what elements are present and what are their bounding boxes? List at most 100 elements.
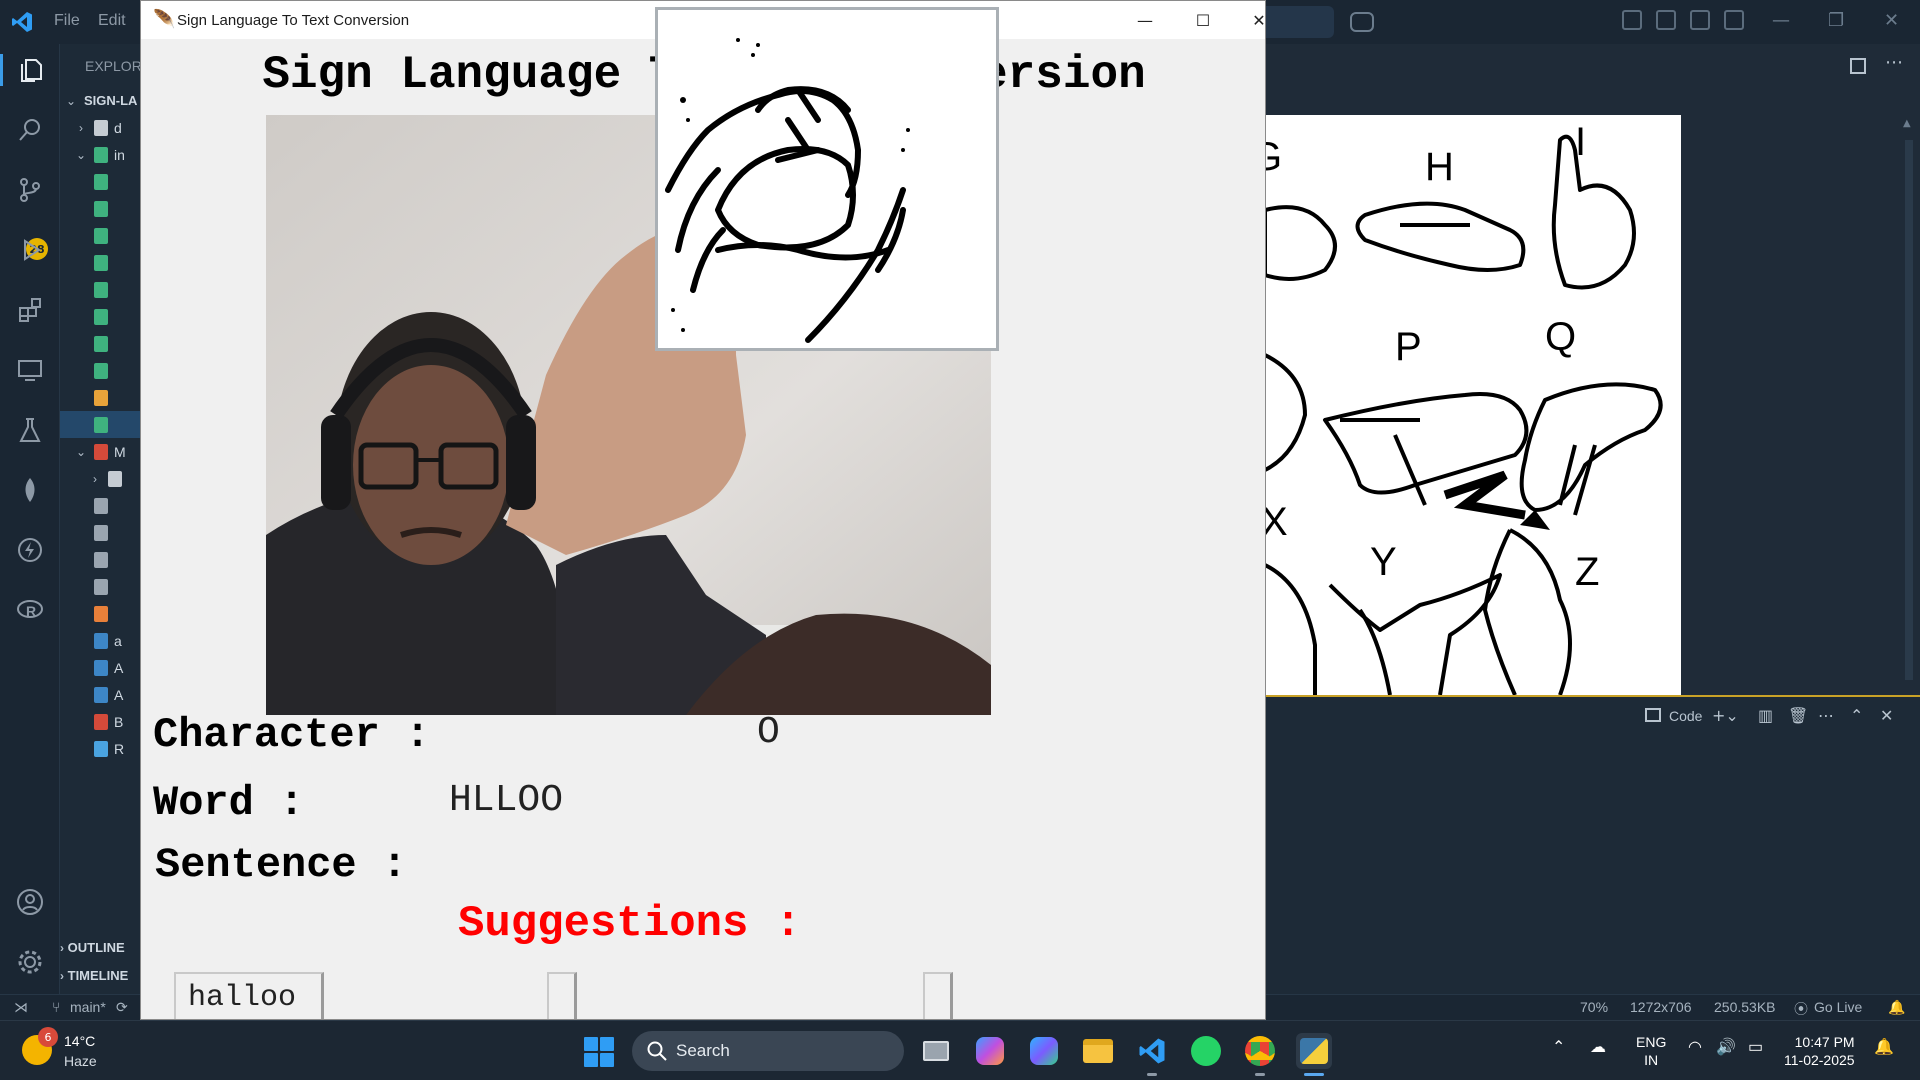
explorer-row[interactable]: R [60,735,140,762]
whatsapp-icon[interactable] [1188,1033,1224,1069]
explorer-icon[interactable] [0,54,60,86]
customize-layout-icon[interactable] [1622,10,1642,30]
python-app-taskbar-icon[interactable] [1296,1033,1332,1076]
app-close-button[interactable]: ✕ [1231,1,1265,39]
copilot-icon[interactable] [1350,12,1374,32]
toggle-secondary-sidebar-icon[interactable] [1724,10,1744,30]
accounts-icon[interactable] [14,886,46,918]
taskbar-search-box[interactable]: Search [632,1031,904,1071]
copilot-app-icon[interactable] [972,1033,1008,1069]
notifications-bell-icon[interactable]: 🔔 [1888,999,1905,1016]
trash-icon[interactable]: 🗑 [1788,706,1808,725]
explorer-row[interactable] [60,519,140,546]
app-minimize-button[interactable]: — [1117,1,1173,39]
explorer-row[interactable]: B [60,708,140,735]
file-explorer-icon[interactable] [1080,1033,1116,1069]
explorer-row[interactable] [60,330,140,357]
wifi-icon[interactable]: ◠ [1688,1037,1702,1057]
toggle-sidebar-icon[interactable] [1656,10,1676,30]
mongodb-leaf-icon[interactable] [14,474,46,506]
r-extension-icon[interactable]: R [14,594,46,626]
input-language-indicator[interactable]: ENG IN [1636,1033,1666,1069]
vscode-taskbar-icon[interactable] [1134,1033,1170,1076]
thunder-client-icon[interactable] [14,534,46,566]
notification-center-icon[interactable]: 🔔 [1874,1037,1894,1057]
weather-description[interactable]: Haze [64,1053,97,1069]
explorer-row[interactable]: ⌄ M [60,438,140,465]
explorer-row[interactable] [60,411,140,438]
windows-start-button[interactable] [584,1037,614,1067]
explorer-row[interactable]: A [60,681,140,708]
panel-more-icon[interactable]: ⋯ [1818,706,1834,725]
explorer-row[interactable]: › d [60,114,140,141]
system-clock[interactable]: 10:47 PM 11-02-2025 [1784,1033,1855,1069]
explorer-row[interactable]: › [60,465,140,492]
chrome-icon[interactable] [1242,1033,1278,1076]
explorer-row[interactable] [60,249,140,276]
go-live-button[interactable]: Go Live [1814,999,1862,1015]
remote-explorer-icon[interactable] [14,354,46,386]
file-icon [94,524,108,541]
timeline-section[interactable]: › TIMELINE [60,968,140,983]
suggestion-button-3[interactable] [923,972,953,1019]
suggestion-button-2[interactable] [547,972,577,1019]
explorer-row[interactable]: ⌄ in [60,141,140,168]
battery-icon[interactable]: ▭ [1748,1037,1763,1057]
task-view-icon[interactable] [918,1033,954,1069]
new-terminal-icon[interactable]: +⌄ [1712,706,1739,725]
explorer-row[interactable] [60,276,140,303]
explorer-row[interactable] [60,195,140,222]
clock-time: 10:47 PM [1794,1034,1855,1050]
run-debug-icon[interactable] [14,234,46,266]
close-panel-icon[interactable]: ✕ [1880,706,1893,725]
extensions-icon[interactable] [14,294,46,326]
suggestions-label: Suggestions : [458,899,802,949]
m365-app-icon[interactable] [1026,1033,1062,1069]
asl-letter-p: P [1395,325,1422,369]
more-actions-icon[interactable]: ⋯ [1885,52,1903,73]
split-editor-icon[interactable] [1850,58,1866,74]
explorer-row[interactable] [60,546,140,573]
vscode-restore-icon[interactable]: ❐ [1828,10,1844,31]
explorer-row[interactable] [60,492,140,519]
zoom-level[interactable]: 70% [1580,999,1608,1015]
source-control-icon[interactable] [14,174,46,206]
suggestion-button-1[interactable]: halloo [174,972,324,1019]
explorer-row[interactable] [60,222,140,249]
terminal-tab-label[interactable]: Code [1669,708,1702,724]
explorer-row[interactable]: A [60,654,140,681]
maximize-panel-icon[interactable]: ⌃ [1850,706,1863,725]
explorer-row[interactable] [60,168,140,195]
search-icon[interactable] [14,114,46,146]
explorer-row[interactable] [60,600,140,627]
explorer-row-label: A [114,686,124,703]
vscode-close-icon[interactable]: ✕ [1884,10,1899,31]
onedrive-icon[interactable]: ☁ [1590,1037,1606,1057]
testing-icon[interactable] [14,414,46,446]
tray-overflow-chevron-icon[interactable]: ⌃ [1552,1037,1565,1057]
explorer-row[interactable] [60,384,140,411]
vscode-minimize-icon[interactable]: — [1772,10,1790,31]
explorer-row[interactable] [60,357,140,384]
explorer-row[interactable] [60,573,140,600]
toggle-panel-icon[interactable] [1690,10,1710,30]
menu-edit[interactable]: Edit [98,12,126,30]
scrollbar-arrow-icon[interactable]: ▲ [1903,118,1911,129]
volume-icon[interactable]: 🔊 [1716,1037,1736,1057]
branch-name[interactable]: main* [70,999,106,1015]
gear-icon[interactable] [14,946,46,978]
sync-icon[interactable]: ⟳ [116,999,128,1016]
sign-language-app-window: 🪶 Sign Language To Text Conversion — ☐ ✕… [140,0,1266,1020]
weather-temperature[interactable]: 14°C [64,1033,95,1049]
pdf-file-icon [94,713,108,730]
word-label: Word : [153,779,305,827]
explorer-row[interactable]: a [60,627,140,654]
remote-indicator-icon[interactable]: ⋊ [14,999,28,1016]
app-maximize-button[interactable]: ☐ [1175,1,1231,39]
root-folder[interactable]: ⌄ SIGN-LA [60,87,140,114]
split-terminal-icon[interactable]: ▥ [1758,706,1773,725]
menu-file[interactable]: File [54,12,80,30]
outline-section[interactable]: › OUTLINE [60,940,140,955]
editor-scrollbar[interactable] [1905,140,1913,680]
explorer-row[interactable] [60,303,140,330]
